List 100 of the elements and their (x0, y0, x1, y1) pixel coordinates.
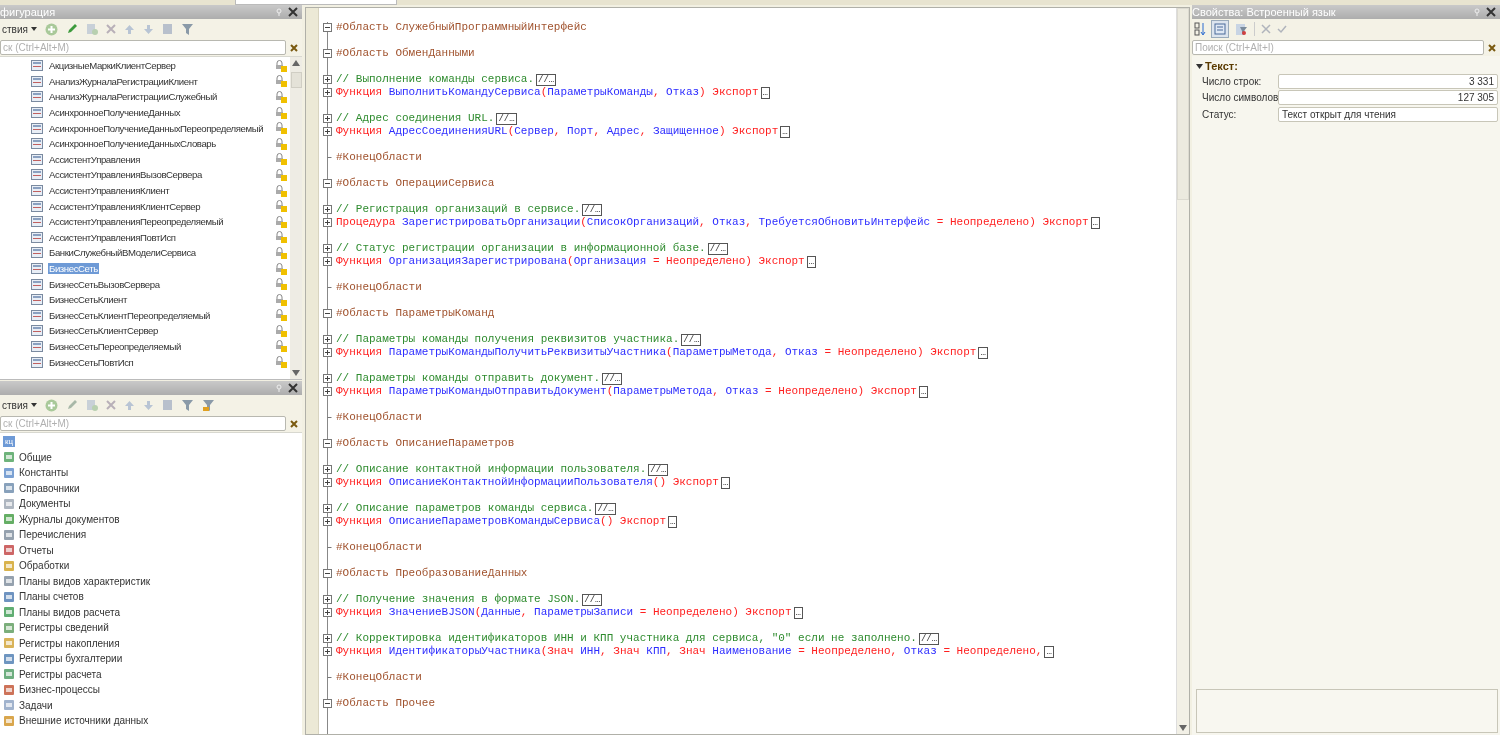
expand-icon[interactable] (323, 595, 332, 604)
collapsed-block-button[interactable]: //… (602, 372, 623, 385)
expand-icon[interactable] (323, 634, 332, 643)
scroll-thumb[interactable] (290, 72, 302, 88)
collapsed-block-button[interactable]: //… (918, 632, 940, 645)
expand-icon[interactable] (323, 244, 332, 253)
collapsed-block-button[interactable]: … (668, 515, 678, 528)
tree-item[interactable]: Бизнес-процессы (19, 684, 101, 696)
search-field[interactable]: ск (Ctrl+Alt+M) (0, 416, 286, 431)
tree-item[interactable]: БизнесСетьПереопределяемый (48, 341, 271, 352)
collapsed-block-button[interactable]: … (1044, 645, 1054, 658)
tree-item[interactable]: АссистентУправленияКлиентСервер (48, 200, 271, 212)
collapse-icon[interactable] (323, 569, 332, 578)
expand-icon[interactable] (323, 257, 332, 266)
tree-item[interactable]: Регистры расчета (19, 668, 102, 680)
tree-item[interactable]: Перечисления (19, 529, 87, 541)
tree-item[interactable]: АнализЖурналаРегистрацииСлужебный (48, 91, 271, 103)
scrollbar[interactable] (290, 57, 302, 379)
sort-icon[interactable] (1194, 22, 1206, 36)
collapsed-block-button[interactable]: … (793, 606, 803, 619)
scroll-down-icon[interactable] (1179, 725, 1187, 731)
tree-item[interactable]: Планы счетов (19, 591, 84, 603)
expand-icon[interactable] (323, 504, 332, 513)
expand-icon[interactable] (323, 647, 332, 656)
expand-icon[interactable] (323, 348, 332, 357)
expand-icon[interactable] (323, 387, 332, 396)
filter-icon[interactable] (180, 22, 194, 36)
scroll-up-icon[interactable] (292, 60, 300, 66)
tree-item[interactable]: БанкиСлужебныйВМоделиСервиса (48, 247, 271, 259)
scroll-down-icon[interactable] (292, 370, 300, 376)
close-icon[interactable] (1486, 7, 1496, 17)
collapsed-block-button[interactable]: //… (582, 203, 603, 216)
tree-item[interactable]: Журналы документов (19, 513, 120, 525)
expand-icon[interactable] (323, 608, 332, 617)
tree-item[interactable]: БизнесСетьПовтИсп (48, 356, 271, 368)
collapsed-block-button[interactable]: //… (496, 112, 517, 125)
scroll-thumb[interactable] (1177, 8, 1189, 200)
property-value-field[interactable]: 127 305 (1278, 90, 1498, 106)
scrollbar[interactable] (1176, 8, 1189, 734)
tree-item[interactable]: АсинхронноеПолучениеДанных (48, 107, 271, 119)
close-icon[interactable] (288, 383, 298, 393)
property-value-field[interactable]: 3 331 (1278, 73, 1498, 89)
tree-item[interactable]: Документы (19, 498, 71, 510)
actions-menu[interactable]: ствия (2, 23, 37, 35)
tree-item[interactable]: Регистры бухгалтерии (19, 653, 123, 665)
expand-icon[interactable] (323, 517, 332, 526)
property-value-field[interactable]: Текст открыт для чтения (1278, 106, 1498, 122)
collapse-icon[interactable] (323, 179, 332, 188)
collapsed-block-button[interactable]: … (760, 86, 770, 99)
collapsed-block-button[interactable]: //… (707, 242, 728, 255)
collapsed-block-button[interactable]: //… (582, 593, 603, 606)
expand-icon[interactable] (323, 75, 332, 84)
tree-item[interactable]: АссистентУправленияКлиент (48, 185, 271, 197)
close-icon[interactable] (288, 7, 298, 17)
collapsed-block-button[interactable]: … (806, 255, 817, 268)
tree-item[interactable]: Регистры сведений (19, 622, 109, 634)
collapsed-block-button[interactable]: //… (595, 502, 616, 515)
tree-item[interactable]: АссистентУправленияПереопределяемый (48, 216, 271, 228)
collapsed-block-button[interactable]: //… (648, 463, 669, 476)
tree-item[interactable]: БизнесСетьВызовСервера (48, 278, 271, 290)
tree-item[interactable]: АссистентУправленияВызовСервера (48, 169, 271, 181)
collapse-icon[interactable] (323, 49, 332, 58)
collapsed-block-button[interactable]: … (780, 125, 790, 138)
tree-item[interactable]: Отчеты (19, 544, 54, 556)
tree-item[interactable]: АкцизныеМаркиКлиентСервер (48, 60, 271, 72)
tree-item[interactable]: БизнесСетьКлиент (48, 294, 271, 306)
actions-menu[interactable]: ствия (2, 399, 37, 411)
collapsed-block-button[interactable]: … (918, 385, 929, 398)
tree-item[interactable]: Планы видов характеристик (19, 575, 151, 587)
collapsed-block-button[interactable]: … (720, 476, 731, 489)
expand-icon[interactable] (323, 465, 332, 474)
expand-icon[interactable] (323, 88, 332, 97)
collapsed-block-button[interactable]: //… (536, 73, 557, 86)
tree-item[interactable]: Обработки (19, 560, 70, 572)
tree-item[interactable]: АссистентУправления (48, 153, 271, 165)
expand-icon[interactable] (323, 205, 332, 214)
expand-arrow-icon[interactable] (1196, 62, 1203, 70)
collapse-icon[interactable] (323, 309, 332, 318)
tree-item[interactable]: БизнесСетьКлиентСервер (48, 325, 271, 337)
search-field[interactable]: Поиск (Ctrl+Alt+I) (1192, 40, 1484, 55)
tree-item[interactable]: Планы видов расчета (19, 606, 120, 618)
tree-item[interactable]: Регистры накопления (19, 637, 120, 649)
collapsed-block-button[interactable]: … (1090, 216, 1100, 229)
tree-item[interactable]: АнализЖурналаРегистрацииКлиент (48, 75, 271, 87)
expand-icon[interactable] (323, 335, 332, 344)
collapsed-block-button[interactable]: //… (681, 333, 702, 346)
collapse-icon[interactable] (323, 23, 332, 32)
tree-item[interactable]: Задачи (19, 699, 53, 711)
expand-icon[interactable] (323, 374, 332, 383)
collapsed-block-button[interactable]: … (978, 346, 988, 359)
expand-icon[interactable] (323, 478, 332, 487)
expand-icon[interactable] (323, 114, 332, 123)
tree-item[interactable]: АсинхронноеПолучениеДанныхПереопределяемый (48, 122, 271, 134)
tree-item[interactable]: АссистентУправленияПовтИсп (48, 231, 271, 243)
tree-item[interactable]: Справочники (19, 482, 80, 494)
pencil-icon[interactable] (65, 23, 78, 35)
collapse-icon[interactable] (323, 439, 332, 448)
check-icon[interactable] (1277, 24, 1287, 34)
filter-icon[interactable] (201, 398, 215, 412)
collapse-icon[interactable] (323, 699, 332, 708)
